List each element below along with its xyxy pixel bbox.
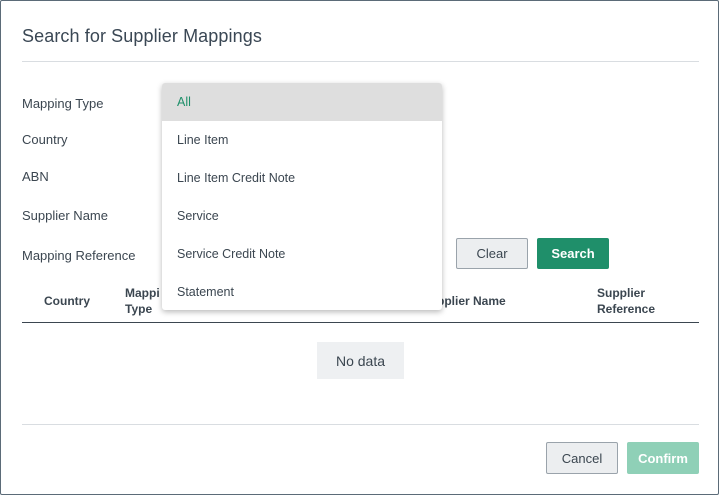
column-header-country[interactable]: Country bbox=[44, 293, 90, 309]
column-header-supplier-reference[interactable]: Supplier Reference bbox=[597, 285, 655, 317]
dialog-title: Search for Supplier Mappings bbox=[22, 26, 262, 46]
cancel-button[interactable]: Cancel bbox=[546, 442, 618, 474]
search-button[interactable]: Search bbox=[537, 238, 609, 269]
country-label: Country bbox=[22, 132, 68, 147]
dropdown-option-line-item-credit-note[interactable]: Line Item Credit Note bbox=[162, 159, 442, 197]
mapping-reference-label: Mapping Reference bbox=[22, 248, 136, 263]
empty-state: No data bbox=[317, 342, 404, 379]
dropdown-option-all[interactable]: All bbox=[162, 83, 442, 121]
column-header-mapping-type-line2: Type bbox=[125, 302, 153, 316]
confirm-button[interactable]: Confirm bbox=[627, 442, 699, 474]
column-header-mapping-type[interactable]: Mappi Type bbox=[125, 285, 160, 317]
dropdown-option-statement[interactable]: Statement bbox=[162, 273, 442, 310]
mapping-type-dropdown[interactable]: All Line Item Line Item Credit Note Serv… bbox=[162, 83, 442, 310]
dialog: Search for Supplier Mappings Mapping Typ… bbox=[0, 0, 719, 495]
column-header-supplier-name[interactable]: pplier Name bbox=[437, 293, 506, 309]
footer-divider bbox=[22, 424, 699, 425]
column-header-supplier-reference-line1: Supplier bbox=[597, 286, 646, 300]
clear-button[interactable]: Clear bbox=[456, 238, 528, 269]
table-header-divider bbox=[22, 322, 699, 323]
column-header-mapping-type-line1: Mappi bbox=[125, 286, 160, 300]
mapping-type-label: Mapping Type bbox=[22, 96, 104, 111]
title-divider bbox=[22, 61, 699, 62]
abn-label: ABN bbox=[22, 169, 49, 184]
dropdown-option-line-item[interactable]: Line Item bbox=[162, 121, 442, 159]
supplier-name-label: Supplier Name bbox=[22, 208, 108, 223]
column-header-supplier-reference-line2: Reference bbox=[597, 302, 656, 316]
dropdown-option-service-credit-note[interactable]: Service Credit Note bbox=[162, 235, 442, 273]
dropdown-option-service[interactable]: Service bbox=[162, 197, 442, 235]
